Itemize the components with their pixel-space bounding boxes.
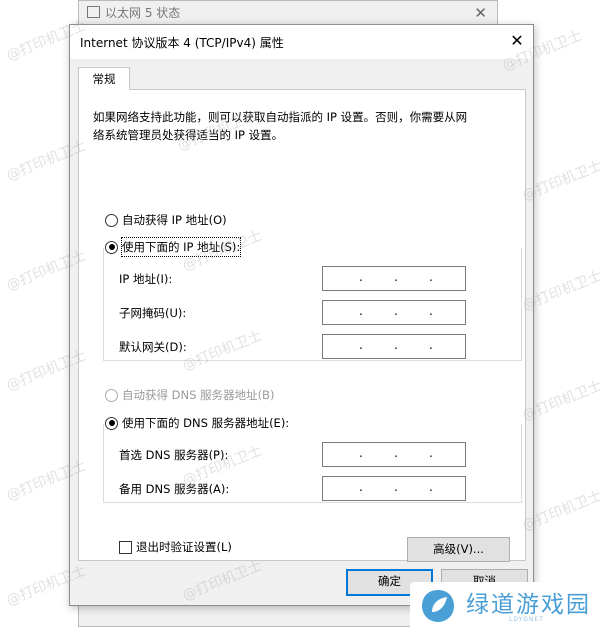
ip-dot: .: [394, 270, 398, 284]
ipv4-properties-dialog: Internet 协议版本 4 (TCP/IPv4) 属性 ✕ 常规 如果网络支…: [69, 24, 534, 606]
ip-address-input[interactable]: . . .: [322, 266, 466, 291]
radio-manual-ip[interactable]: 使用下面的 IP 地址(S):: [105, 237, 245, 257]
default-gateway-label: 默认网关(D):: [119, 340, 187, 354]
background-window-title: 以太网 5 状态: [87, 3, 180, 23]
site-logo: 绿道游戏园 LDYGNET: [410, 582, 595, 630]
ip-dot: .: [394, 480, 398, 494]
ip-dot: .: [359, 480, 363, 494]
radio-auto-ip-label: 自动获得 IP 地址(O): [122, 213, 227, 227]
ip-dot: .: [359, 446, 363, 460]
tab-panel-general: 如果网络支持此功能，则可以获取自动指派的 IP 设置。否则，你需要从网 络系统管…: [78, 89, 526, 562]
ip-dot: .: [429, 304, 433, 318]
ip-dot: .: [429, 270, 433, 284]
dialog-title: Internet 协议版本 4 (TCP/IPv4) 属性: [80, 36, 284, 50]
ip-dot: .: [359, 270, 363, 284]
ip-dot: .: [394, 446, 398, 460]
close-icon[interactable]: ✕: [503, 27, 531, 55]
logo-leaf-icon: [422, 590, 454, 622]
validate-settings-box[interactable]: [119, 540, 132, 554]
radio-auto-dns-circle[interactable]: [105, 388, 118, 402]
radio-auto-dns-label: 自动获得 DNS 服务器地址(B): [122, 388, 275, 402]
radio-auto-ip[interactable]: 自动获得 IP 地址(O): [105, 211, 227, 229]
validate-settings-checkbox[interactable]: 退出时验证设置(L): [119, 538, 232, 556]
validate-settings-label: 退出时验证设置(L): [136, 540, 232, 554]
ip-dot: .: [359, 304, 363, 318]
ip-dot: .: [359, 338, 363, 352]
alternate-dns-label: 备用 DNS 服务器(A):: [119, 482, 230, 496]
preferred-dns-label: 首选 DNS 服务器(P):: [119, 448, 229, 462]
subnet-mask-input[interactable]: . . .: [322, 300, 466, 325]
radio-manual-ip-circle[interactable]: [105, 240, 118, 254]
ip-dot: .: [394, 304, 398, 318]
description-text: 如果网络支持此功能，则可以获取自动指派的 IP 设置。否则，你需要从网 络系统管…: [93, 110, 468, 142]
radio-auto-dns[interactable]: 自动获得 DNS 服务器地址(B): [105, 386, 274, 404]
ip-dot: .: [429, 480, 433, 494]
logo-name: 绿道游戏园: [466, 592, 591, 618]
radio-auto-ip-circle[interactable]: [105, 213, 118, 227]
ip-dot: .: [429, 446, 433, 460]
alternate-dns-input[interactable]: . . .: [322, 476, 466, 501]
title-bar: Internet 协议版本 4 (TCP/IPv4) 属性 ✕: [70, 25, 533, 59]
default-gateway-input[interactable]: . . .: [322, 334, 466, 359]
ip-dot: .: [429, 338, 433, 352]
radio-manual-ip-label: 使用下面的 IP 地址(S):: [120, 237, 242, 257]
background-close-icon[interactable]: ✕: [474, 4, 487, 22]
radio-manual-dns-label: 使用下面的 DNS 服务器地址(E):: [122, 416, 290, 430]
radio-manual-dns-circle[interactable]: [105, 416, 118, 430]
advanced-button[interactable]: 高级(V)...: [407, 537, 510, 562]
subnet-mask-label: 子网掩码(U):: [119, 306, 187, 320]
preferred-dns-input[interactable]: . . .: [322, 442, 466, 467]
ip-dot: .: [394, 338, 398, 352]
ip-address-label: IP 地址(I):: [119, 272, 173, 286]
tab-general[interactable]: 常规: [78, 67, 130, 90]
network-icon: [87, 6, 100, 18]
radio-manual-dns[interactable]: 使用下面的 DNS 服务器地址(E):: [105, 414, 294, 432]
logo-sub: LDYGNET: [509, 616, 544, 623]
